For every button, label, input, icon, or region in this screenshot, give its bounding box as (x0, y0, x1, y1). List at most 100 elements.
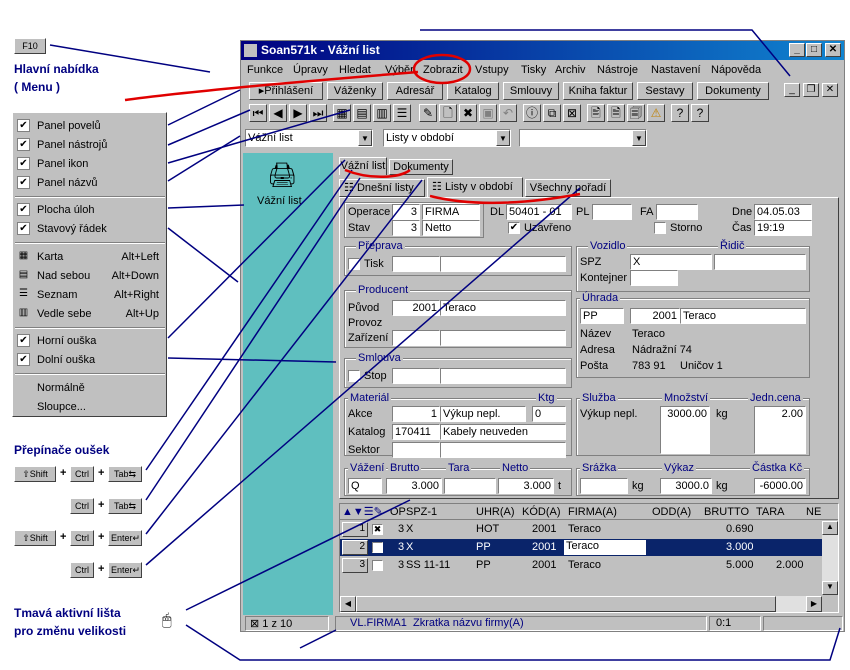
tab-dokumenty-top[interactable]: Dokumenty (389, 159, 453, 175)
edit-icon[interactable]: ✎ (419, 104, 437, 122)
vykaz-field[interactable]: 3000.0 (660, 478, 712, 494)
row-checkbox[interactable]: ✖ (372, 524, 383, 535)
akce-ktg[interactable]: 0 (532, 406, 566, 422)
tab-kniha-faktur[interactable]: Kniha faktur (563, 82, 633, 100)
table-delete-icon[interactable]: ⊠ (563, 104, 581, 122)
copy-icon[interactable]: ⧉ (543, 104, 561, 122)
menu-item-seznam[interactable]: ☰ Seznam Alt+Right (15, 286, 165, 304)
vazeni-field[interactable]: Q (348, 478, 382, 494)
filter-select[interactable]: ▼ (519, 129, 647, 147)
menu-hledat[interactable]: Hledat (339, 64, 371, 76)
table-row[interactable]: 3 3 SS 11-11 PP 2001 Teraco 5.000 2.000 (340, 557, 822, 574)
first-record-icon[interactable]: ⏮ (249, 104, 267, 122)
side-view-icon[interactable]: ▥ (373, 104, 391, 122)
form-select[interactable]: Vážní list ▼ (245, 129, 373, 147)
spz-field[interactable]: X (630, 254, 712, 270)
doc-edit-icon[interactable]: 🖹 (587, 104, 605, 122)
tab-prihlaseni[interactable]: ▸Přihlášení (249, 82, 323, 100)
menu-item-panel-ikon[interactable]: ✔ Panel ikon (15, 155, 165, 173)
cell-firma-editor[interactable]: Teraco (564, 540, 646, 555)
menu-upravy[interactable]: Úpravy (293, 64, 328, 76)
sektor-num[interactable] (392, 442, 440, 458)
doc-write-icon[interactable]: 🗐 (627, 104, 645, 122)
menu-item-karta[interactable]: ▦ Karta Alt+Left (15, 248, 165, 266)
fa-field[interactable] (656, 204, 698, 220)
cas-field[interactable]: 19:19 (754, 220, 812, 236)
tisk-checkbox[interactable] (348, 258, 360, 270)
stav-value[interactable]: Netto (422, 220, 480, 236)
katalog-num[interactable]: 170411 (392, 424, 440, 440)
table-row[interactable]: 1 ✖ 3 X HOT 2001 Teraco 0.690 (340, 521, 822, 538)
last-record-icon[interactable]: ⏭ (309, 104, 327, 122)
menu-item-panel-povelu[interactable]: ✔ Panel povelů (15, 117, 165, 135)
table-row-selected[interactable]: 2 3 X PP 2001 Teraco 3.000 (340, 539, 822, 556)
menu-nastroje[interactable]: Nástroje (597, 64, 638, 76)
dl-field[interactable]: 50401 - 01 (506, 204, 572, 220)
ridic-field[interactable] (714, 254, 806, 270)
horizontal-scrollbar[interactable]: ◀ ▶ (340, 596, 822, 612)
tab-vazenky[interactable]: Váženky (327, 82, 383, 100)
kontejner-field[interactable] (630, 270, 678, 286)
puvod-value[interactable]: Teraco (440, 300, 566, 316)
uzavreno-checkbox[interactable]: ✔ (508, 222, 520, 234)
menu-item-horni-ouska[interactable]: ✔ Horní ouška (15, 332, 165, 350)
menu-funkce[interactable]: Funkce (247, 64, 283, 76)
storno-checkbox[interactable] (654, 222, 666, 234)
menu-item-panel-nazvu[interactable]: ✔ Panel názvů (15, 174, 165, 192)
stacked-view-icon[interactable]: ▤ (353, 104, 371, 122)
katalog-value[interactable]: Kabely neuveden (440, 424, 566, 440)
akce-value[interactable]: Výkup nepl. (440, 406, 526, 422)
row-checkbox[interactable] (372, 560, 383, 571)
menu-nastaveni[interactable]: Nastavení (651, 64, 701, 76)
menu-item-dolni-ouska[interactable]: ✔ Dolní ouška (15, 351, 165, 369)
child-close-button[interactable]: ✕ (822, 83, 838, 97)
col-odd[interactable]: ODD(A) (652, 506, 691, 518)
pl-field[interactable] (592, 204, 632, 220)
tab-vazni-list[interactable]: Vážní list (339, 157, 387, 175)
brutto-field[interactable]: 3.000 (386, 478, 442, 494)
srazka-field[interactable] (580, 478, 628, 494)
menu-item-stavovy-radek[interactable]: ✔ Stavový řádek (15, 220, 165, 238)
child-minimize-button[interactable]: _ (784, 83, 800, 97)
akce-num[interactable]: 1 (392, 406, 440, 422)
menu-item-plocha-uloh[interactable]: ✔ Plocha úloh (15, 201, 165, 219)
help-icon[interactable]: ? (691, 104, 709, 122)
uhrada-num[interactable]: 2001 (630, 308, 680, 324)
tab-katalog[interactable]: Katalog (447, 82, 499, 100)
vertical-scrollbar[interactable]: ▲ ▼ (822, 521, 838, 595)
menu-zobrazit[interactable]: Zobrazit (423, 64, 463, 76)
operace-num[interactable]: 3 (392, 204, 420, 220)
subtab-dnesni-listy[interactable]: ☷ Dnešní listy (339, 179, 425, 197)
scroll-left-icon[interactable]: ◀ (340, 596, 356, 612)
zarizeni-value[interactable] (440, 330, 566, 346)
operace-value[interactable]: FIRMA (422, 204, 480, 220)
smlouva-name[interactable] (440, 368, 566, 384)
stav-num[interactable]: 3 (392, 220, 420, 236)
col-brutto[interactable]: BRUTTO (704, 506, 749, 518)
card-view-icon[interactable]: ▦ (333, 104, 351, 122)
menu-napoveda[interactable]: Nápověda (711, 64, 761, 76)
sort-icon[interactable]: ▲▼☰✎ (342, 505, 383, 518)
menu-tisky[interactable]: Tisky (521, 64, 546, 76)
view-select[interactable]: Listy v období ▼ (383, 129, 511, 147)
col-spz[interactable]: SPZ-1 (406, 506, 437, 518)
menu-vyber[interactable]: Výběr (385, 64, 414, 76)
undo-icon[interactable]: ↶ (499, 104, 517, 122)
tab-sestavy[interactable]: Sestavy (637, 82, 693, 100)
new-record-icon[interactable]: 🗋 (439, 104, 457, 122)
menu-item-panel-nastroju[interactable]: ✔ Panel nástrojů (15, 136, 165, 154)
col-tara[interactable]: TARA (756, 506, 785, 518)
scroll-down-icon[interactable]: ▼ (822, 581, 838, 595)
doc-check-icon[interactable]: 🗎 (607, 104, 625, 122)
col-uhr[interactable]: UHR(A) (476, 506, 515, 518)
col-kod[interactable]: KÓD(A) (522, 506, 561, 518)
tab-adresar[interactable]: Adresář (387, 82, 443, 100)
context-help-icon[interactable]: ? (671, 104, 689, 122)
save-icon[interactable]: ▣ (479, 104, 497, 122)
title-bar[interactable]: Soan571k - Vážní list _ □ ✕ (241, 41, 844, 60)
menu-item-vedle-sebe[interactable]: ▥ Vedle sebe Alt+Up (15, 305, 165, 323)
netto-field[interactable]: 3.000 (498, 478, 554, 494)
subtab-vsechny-poradi[interactable]: Všechny pořadí (525, 179, 611, 197)
col-firma[interactable]: FIRMA(A) (568, 506, 617, 518)
info-icon[interactable]: ⓘ (523, 104, 541, 122)
